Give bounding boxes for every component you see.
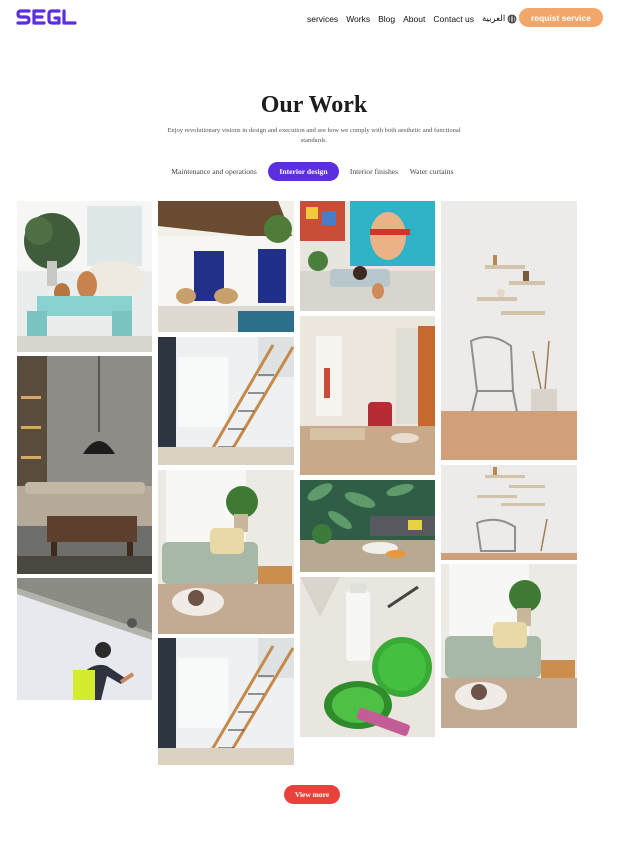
nav-services[interactable]: services bbox=[307, 14, 338, 24]
tab-maintenance-operations[interactable]: Maintenance and operations bbox=[165, 162, 263, 181]
globe-icon bbox=[507, 14, 517, 23]
gallery-item-red-armchair[interactable] bbox=[300, 316, 435, 475]
nav-blog[interactable]: Blog bbox=[378, 14, 395, 24]
tab-interior-finishes[interactable]: Interior finishes bbox=[345, 162, 403, 181]
tab-interior-design[interactable]: Interior design bbox=[268, 162, 339, 181]
gallery-item-dark-lounge[interactable] bbox=[17, 356, 152, 574]
gallery-item-leaf-wallpaper[interactable] bbox=[300, 480, 435, 572]
main-nav: services Works Blog About Contact us الع… bbox=[307, 13, 517, 24]
gallery-item-staircase[interactable] bbox=[158, 337, 294, 465]
gallery-item-shelves-chair[interactable] bbox=[441, 201, 577, 460]
segl-logo-mark bbox=[16, 9, 77, 25]
language-switcher[interactable]: العربية bbox=[482, 13, 517, 24]
view-more-button[interactable]: View more bbox=[284, 785, 340, 804]
gallery-item-ceiling-worker[interactable] bbox=[17, 578, 152, 700]
gallery-item-staircase-2[interactable] bbox=[158, 638, 294, 765]
tab-water-curtains[interactable]: Water curtains bbox=[405, 162, 458, 181]
nav-about[interactable]: About bbox=[403, 14, 425, 24]
brand-logo[interactable] bbox=[16, 7, 78, 27]
nav-contact[interactable]: Contact us bbox=[433, 14, 474, 24]
gallery-item-green-sofa-2[interactable] bbox=[441, 564, 577, 728]
gallery-item-living-room[interactable] bbox=[17, 201, 152, 352]
nav-works[interactable]: Works bbox=[346, 14, 370, 24]
gallery-item-mural-room[interactable] bbox=[300, 201, 435, 311]
request-service-button[interactable]: requist service bbox=[519, 8, 603, 27]
gallery-item-paint-cans[interactable] bbox=[300, 577, 435, 737]
section-title: Our Work bbox=[260, 92, 368, 118]
gallery-item-courtyard[interactable] bbox=[158, 201, 294, 332]
gallery-item-shelves-chair-2[interactable] bbox=[441, 465, 577, 560]
section-subtitle: Enjoy revolutionary visions in design an… bbox=[167, 127, 461, 144]
site-header: services Works Blog About Contact us الع… bbox=[0, 0, 628, 36]
category-tabs: Maintenance and operations Interior desi… bbox=[0, 162, 628, 181]
gallery-item-green-sofa[interactable] bbox=[158, 470, 294, 634]
language-label: العربية bbox=[482, 13, 506, 23]
